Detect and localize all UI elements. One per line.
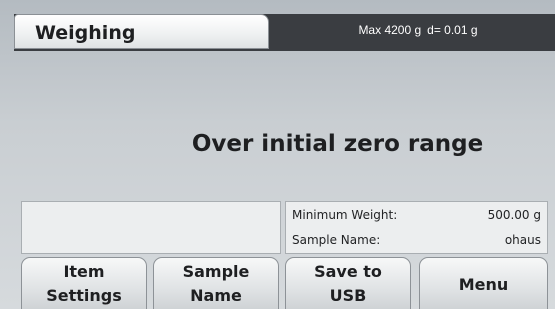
minimum-weight-label: Minimum Weight: bbox=[292, 208, 398, 222]
save-to-usb-label-line1: Save to bbox=[314, 262, 382, 281]
reference-info-panel: Minimum Weight: 500.00 g Sample Name: oh… bbox=[285, 201, 548, 254]
status-message: Over initial zero range bbox=[191, 131, 484, 157]
mode-title: Weighing bbox=[35, 22, 136, 44]
readability: d= 0.01 g bbox=[427, 23, 478, 37]
application-info-panel bbox=[21, 201, 281, 254]
menu-label: Menu bbox=[458, 275, 509, 294]
sample-name-label: Sample Name: bbox=[292, 233, 381, 247]
item-settings-label-line2: Settings bbox=[46, 286, 122, 305]
minimum-weight-row: Minimum Weight: 500.00 g bbox=[292, 205, 541, 225]
max-capacity: Max 4200 g bbox=[358, 23, 422, 37]
minimum-weight-value: 500.00 g bbox=[487, 208, 541, 222]
menu-button[interactable]: Menu bbox=[419, 257, 548, 309]
sample-name-label-line1: Sample bbox=[182, 262, 250, 281]
weighing-screen: Weighing Max 4200 g d= 0.01 g Over initia… bbox=[0, 0, 555, 309]
save-to-usb-button[interactable]: Save to USB bbox=[285, 257, 411, 309]
mode-tab[interactable]: Weighing bbox=[14, 14, 269, 49]
sample-name-button[interactable]: Sample Name bbox=[153, 257, 279, 309]
capacity-readout: Max 4200 g d= 0.01 g bbox=[300, 21, 536, 39]
item-settings-label-line1: Item bbox=[63, 262, 105, 281]
sample-name-value: ohaus bbox=[504, 233, 541, 247]
sample-name-label-line2: Name bbox=[190, 286, 242, 305]
sample-name-row: Sample Name: ohaus bbox=[292, 230, 541, 250]
save-to-usb-label-line2: USB bbox=[329, 286, 367, 305]
item-settings-button[interactable]: Item Settings bbox=[21, 257, 147, 309]
